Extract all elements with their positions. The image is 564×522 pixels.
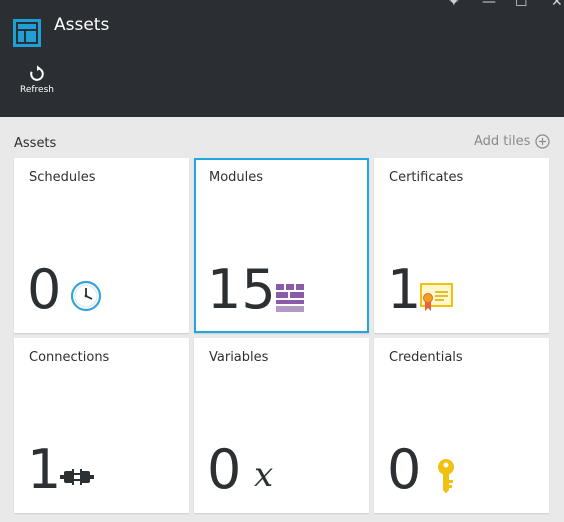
add-tiles-button[interactable]: Add tiles <box>474 134 551 149</box>
section-title: Assets <box>14 136 57 151</box>
connection-plug-icon <box>60 469 94 485</box>
tile-count: 0 <box>207 438 242 501</box>
key-icon <box>438 459 454 494</box>
refresh-label: Refresh <box>20 85 54 95</box>
blade-title: Assets <box>54 15 110 35</box>
refresh-icon <box>30 65 44 81</box>
close-icon[interactable]: ✕ <box>551 0 563 10</box>
svg-text:x: x <box>254 460 273 492</box>
blade-layout-icon <box>13 19 41 47</box>
add-circle-icon <box>535 134 551 149</box>
tile-count: 0 <box>387 438 422 501</box>
tile-title: Certificates <box>389 170 464 185</box>
maximize-icon[interactable]: ☐ <box>515 0 528 10</box>
variable-x-icon: x <box>254 460 273 492</box>
blade-header: Assets ✦ — ☐ ✕ Refresh <box>0 0 564 117</box>
tile-modules[interactable]: Modules 15 <box>194 158 369 333</box>
tile-title: Credentials <box>389 350 463 365</box>
tile-credentials[interactable]: Credentials 0 <box>374 338 549 513</box>
minimize-icon[interactable]: — <box>482 0 496 10</box>
tile-title: Modules <box>209 170 264 185</box>
clock-icon <box>70 280 102 312</box>
tile-title: Schedules <box>29 170 96 185</box>
tile-variables[interactable]: Variables 0 x <box>194 338 369 513</box>
tile-title: Variables <box>209 350 269 365</box>
add-tiles-label: Add tiles <box>474 134 531 149</box>
tile-count: 1 <box>27 438 62 501</box>
tile-count: 0 <box>27 258 62 321</box>
tile-certificates[interactable]: Certificates 1 <box>374 158 549 333</box>
modules-icon <box>276 284 304 312</box>
tile-count: 15 <box>207 258 276 321</box>
tile-schedules[interactable]: Schedules 0 <box>14 158 189 333</box>
refresh-button[interactable]: Refresh <box>16 65 58 95</box>
certificate-icon <box>420 283 453 311</box>
tile-count: 1 <box>387 258 422 321</box>
tile-title: Connections <box>29 350 110 365</box>
tile-connections[interactable]: Connections 1 <box>14 338 189 513</box>
pin-icon[interactable]: ✦ <box>448 0 460 10</box>
